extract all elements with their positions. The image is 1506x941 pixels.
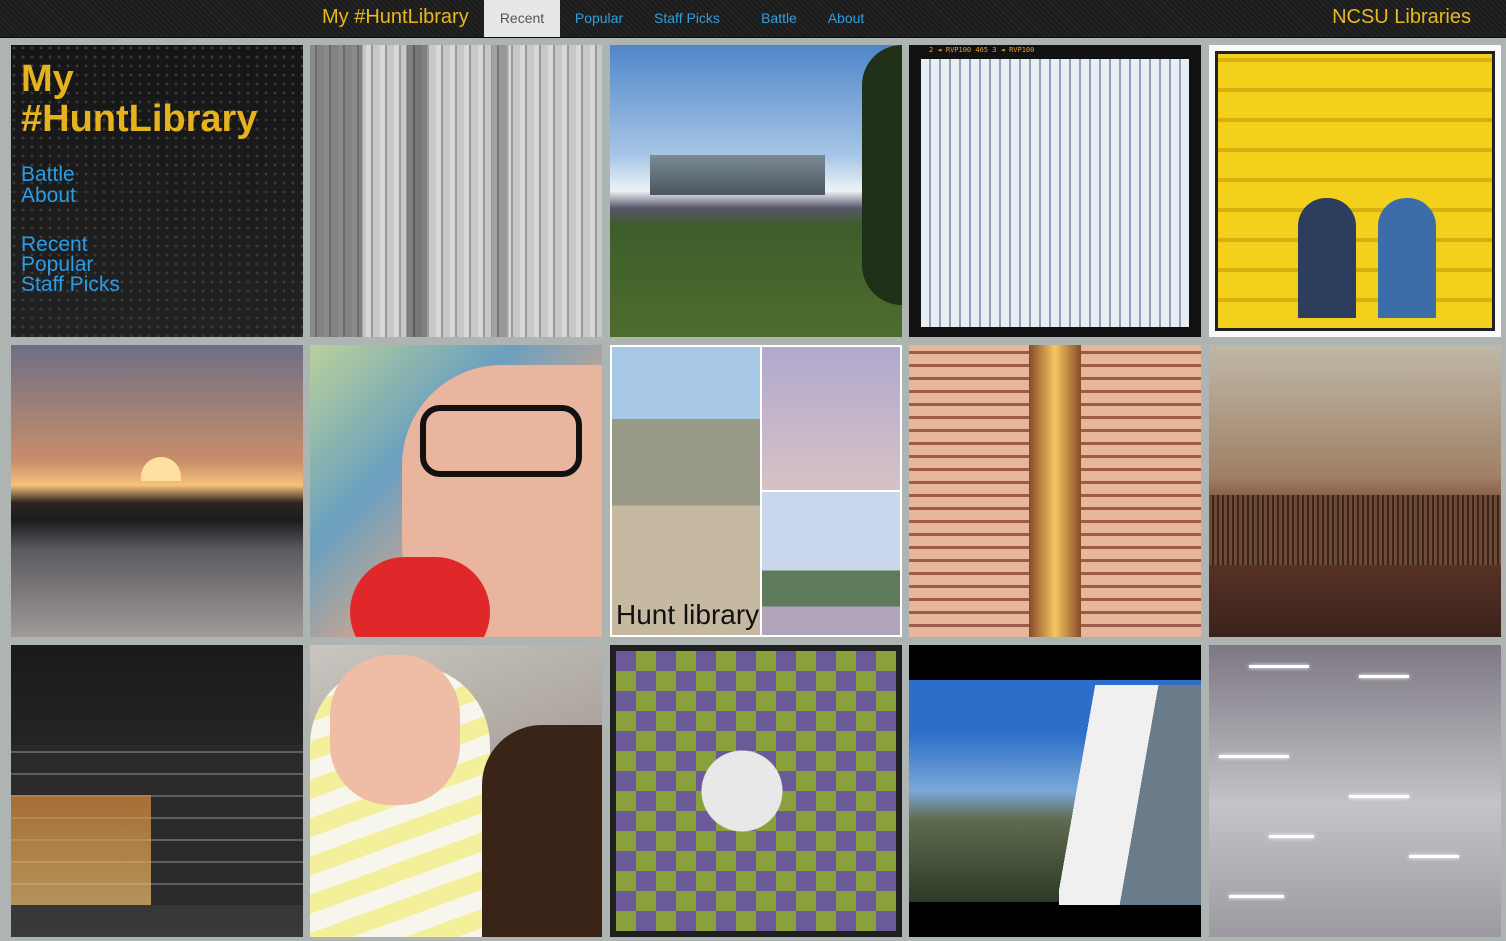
film-markers: 2 ◄ RVP100 465 3 ◄ RVP100 bbox=[929, 46, 1035, 54]
wall-shape bbox=[1059, 685, 1201, 905]
light-shape bbox=[1409, 855, 1459, 858]
photo-tile[interactable] bbox=[1209, 645, 1501, 937]
photo-tile[interactable] bbox=[610, 645, 902, 937]
title-line-2: #HuntLibrary bbox=[21, 98, 258, 140]
photo-tile[interactable] bbox=[909, 345, 1201, 637]
light-shape bbox=[1249, 665, 1309, 668]
red-shape bbox=[350, 557, 490, 637]
light-shape bbox=[1219, 755, 1289, 758]
light-shape bbox=[1269, 835, 1314, 838]
photo-tile[interactable] bbox=[11, 645, 303, 937]
photo-image bbox=[921, 59, 1189, 327]
person-shape bbox=[1298, 198, 1356, 318]
photo-tile[interactable] bbox=[909, 645, 1201, 937]
intro-link-about[interactable]: About bbox=[21, 185, 76, 206]
collage-panel bbox=[762, 347, 900, 490]
sun-shape bbox=[141, 457, 181, 481]
collage-panel bbox=[612, 347, 760, 635]
light-shape bbox=[1359, 675, 1409, 678]
light-shape bbox=[1229, 895, 1284, 898]
intro-link-staff-picks[interactable]: Staff Picks bbox=[21, 274, 120, 295]
collage-panel bbox=[762, 492, 900, 635]
photo-tile[interactable] bbox=[310, 45, 602, 337]
top-navbar: My #HuntLibrary Recent Popular Staff Pic… bbox=[0, 0, 1506, 38]
photo-tile[interactable] bbox=[1209, 345, 1501, 637]
light-shape bbox=[1349, 795, 1409, 798]
face-shape bbox=[330, 655, 460, 805]
nav-tab-battle[interactable]: Battle bbox=[752, 0, 806, 37]
nav-tab-staff-picks[interactable]: Staff Picks bbox=[646, 0, 728, 37]
photo-tile[interactable] bbox=[310, 645, 602, 937]
page-title: My #HuntLibrary bbox=[21, 59, 291, 139]
title-line-1: My bbox=[21, 58, 74, 100]
person-shape bbox=[482, 725, 602, 937]
person-shape bbox=[1378, 198, 1436, 318]
photo-tile[interactable] bbox=[610, 45, 902, 337]
photo-tile[interactable]: Hunt library bbox=[610, 345, 902, 637]
nav-tab-about[interactable]: About bbox=[818, 0, 874, 37]
tree-shape bbox=[862, 45, 902, 305]
intro-tile: My #HuntLibrary Battle About Recent Popu… bbox=[11, 45, 303, 337]
photo-image bbox=[1215, 51, 1495, 331]
photo-tile[interactable]: 2 ◄ RVP100 465 3 ◄ RVP100 bbox=[909, 45, 1201, 337]
photo-tile[interactable] bbox=[310, 345, 602, 637]
nav-tab-recent[interactable]: Recent bbox=[484, 0, 560, 37]
intro-link-battle[interactable]: Battle bbox=[21, 164, 75, 185]
intro-link-recent[interactable]: Recent bbox=[21, 234, 88, 255]
nav-tab-popular[interactable]: Popular bbox=[566, 0, 632, 37]
photo-tile[interactable] bbox=[1209, 45, 1501, 337]
collage-caption: Hunt library bbox=[616, 599, 760, 630]
photo-tile[interactable] bbox=[11, 345, 303, 637]
building-shape bbox=[650, 155, 825, 195]
glow-shape bbox=[11, 795, 151, 905]
shelf-shape bbox=[1209, 495, 1501, 565]
ncsu-libraries-link[interactable]: NCSU Libraries bbox=[1332, 6, 1471, 29]
robot-core-shape bbox=[1029, 345, 1081, 637]
photo-image bbox=[616, 651, 896, 931]
brand-link[interactable]: My #HuntLibrary bbox=[322, 6, 469, 29]
glasses-shape bbox=[420, 405, 582, 477]
photo-image bbox=[310, 45, 602, 337]
intro-link-popular[interactable]: Popular bbox=[21, 254, 93, 275]
